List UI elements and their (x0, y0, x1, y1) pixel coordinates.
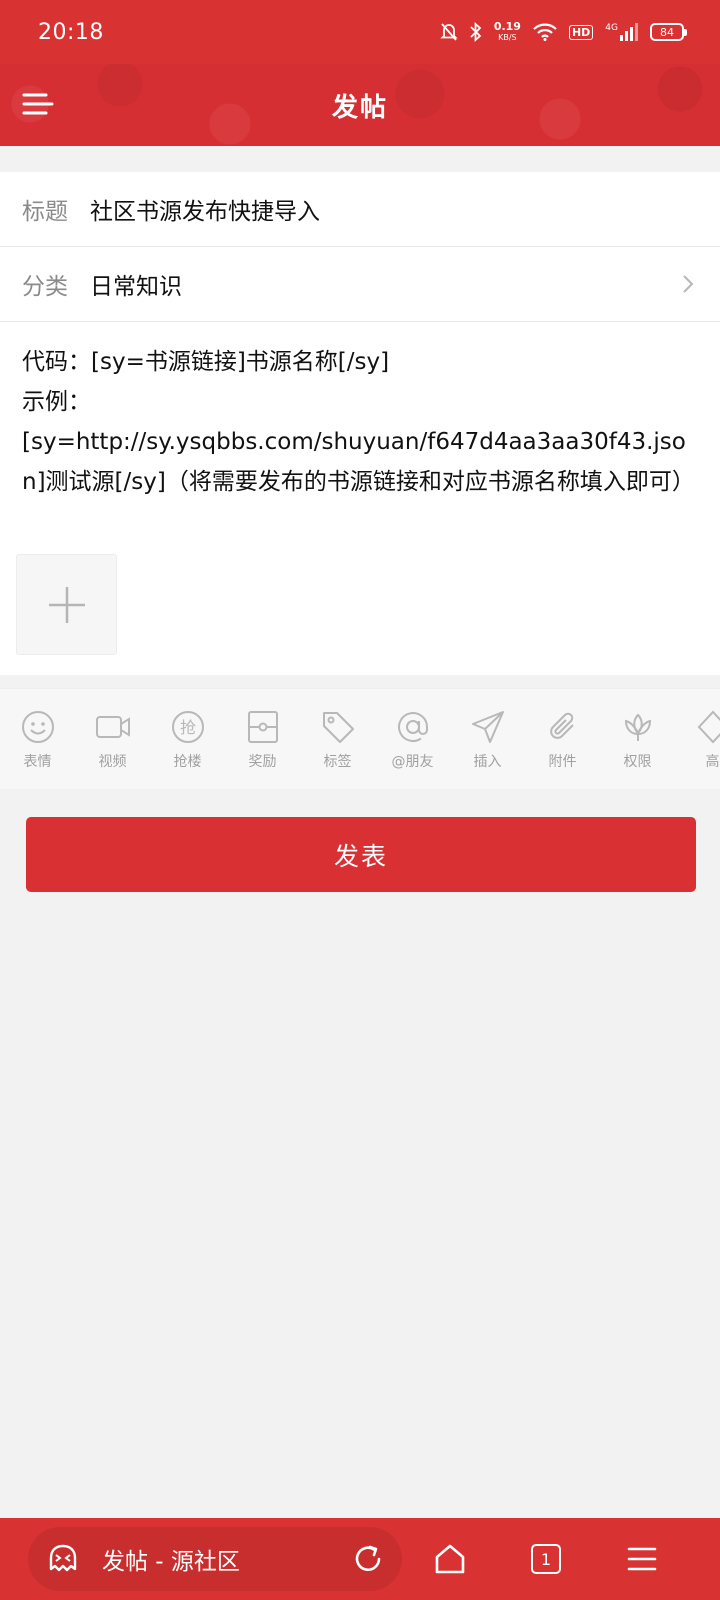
signal-icon: 4G (605, 23, 638, 41)
address-bar[interactable]: 发帖 - 源社区 (28, 1527, 402, 1591)
tool-insert[interactable]: 插入 (450, 689, 525, 789)
content-textarea[interactable]: 代码：[sy=书源链接]书源名称[/sy] 示例： [sy=http://sy.… (0, 322, 720, 550)
diamond-icon (697, 710, 720, 744)
smile-icon (21, 711, 54, 743)
category-row[interactable]: 分类 日常知识 (0, 247, 720, 322)
tag-icon (322, 712, 354, 743)
home-button[interactable] (402, 1527, 498, 1591)
tool-reward[interactable]: 奖励 (225, 689, 300, 789)
tool-at-friend[interactable]: @朋友 (375, 689, 450, 789)
tool-advanced[interactable]: 高 (675, 689, 720, 789)
site-logo-icon (49, 1544, 77, 1572)
chevron-right-icon (683, 275, 694, 293)
hd-badge: HD (568, 24, 594, 40)
tabs-count-icon: 1 (531, 1544, 561, 1574)
tool-video[interactable]: 视频 (75, 689, 150, 789)
title-input[interactable]: 社区书源发布快捷导入 (90, 192, 698, 226)
hamburger-icon (627, 1547, 657, 1571)
category-label: 分类 (22, 274, 68, 300)
svg-text:抢: 抢 (179, 718, 195, 737)
lotus-icon (624, 713, 651, 741)
editor-toolbar: 表情 视频 抢 抢楼 奖励 标签 @朋友 插入 附件 权限 高 (0, 688, 720, 789)
page-tab-title: 发帖 - 源社区 (102, 1549, 240, 1575)
app-header: 发帖 (0, 64, 720, 146)
tabs-button[interactable]: 1 (498, 1527, 594, 1591)
bottom-nav: 发帖 - 源社区 1 (0, 1518, 720, 1600)
paperclip-icon (549, 712, 574, 739)
status-icons: 0.19 KB/S HD 4G 84 (440, 20, 687, 43)
reward-icon (247, 711, 278, 743)
category-select[interactable]: 日常知识 (90, 267, 678, 301)
grab-floor-icon: 抢 (171, 711, 204, 743)
add-image-button[interactable] (16, 554, 117, 655)
title-label: 标题 (22, 199, 68, 225)
bluetooth-icon (470, 22, 482, 42)
post-form: 标题 社区书源发布快捷导入 分类 日常知识 代码：[sy=书源链接]书源名称[/… (0, 172, 720, 675)
status-bar: 20:18 0.19 KB/S HD 4G 84 (0, 0, 720, 64)
tool-grab-floor[interactable]: 抢 抢楼 (150, 689, 225, 789)
tool-tag[interactable]: 标签 (300, 689, 375, 789)
menu-icon[interactable] (22, 88, 54, 120)
page-title: 发帖 (331, 92, 388, 123)
video-icon (95, 716, 130, 738)
net-speed: 0.19 KB/S (493, 20, 521, 42)
refresh-icon[interactable] (352, 1543, 384, 1575)
publish-button[interactable]: 发表 (26, 817, 696, 892)
wifi-icon (533, 23, 557, 41)
at-icon (397, 712, 428, 742)
battery-icon: 84 (650, 23, 687, 41)
tool-attachment[interactable]: 附件 (525, 689, 600, 789)
browser-menu-button[interactable] (594, 1527, 690, 1591)
tool-permission[interactable]: 权限 (600, 689, 675, 789)
send-icon (471, 711, 504, 743)
home-icon (435, 1544, 465, 1574)
mute-bell-icon (440, 23, 458, 41)
status-time: 20:18 (38, 19, 104, 45)
title-row[interactable]: 标题 社区书源发布快捷导入 (0, 172, 720, 247)
tool-emoji[interactable]: 表情 (0, 689, 75, 789)
plus-icon (48, 586, 85, 623)
